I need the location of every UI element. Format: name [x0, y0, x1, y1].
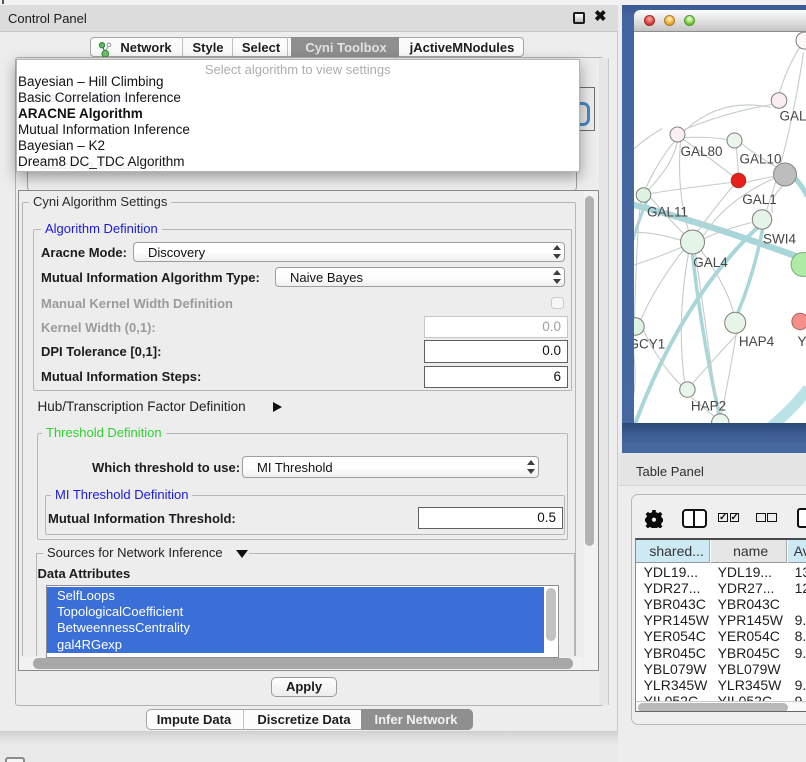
- svg-text:GAL4: GAL4: [693, 255, 728, 270]
- svg-text:GCY1: GCY1: [634, 336, 665, 351]
- svg-text:GAL80: GAL80: [680, 144, 722, 159]
- svg-text:YJ: YJ: [797, 334, 806, 349]
- svg-text:SWI4: SWI4: [762, 231, 795, 246]
- svg-text:HAP4: HAP4: [738, 334, 774, 349]
- svg-text:GAL1: GAL1: [742, 192, 777, 207]
- svg-text:GAL10: GAL10: [739, 151, 781, 166]
- svg-text:GAL7: GAL7: [779, 108, 806, 123]
- svg-text:HAP2: HAP2: [690, 398, 725, 413]
- svg-text:GAL11: GAL11: [646, 204, 687, 219]
